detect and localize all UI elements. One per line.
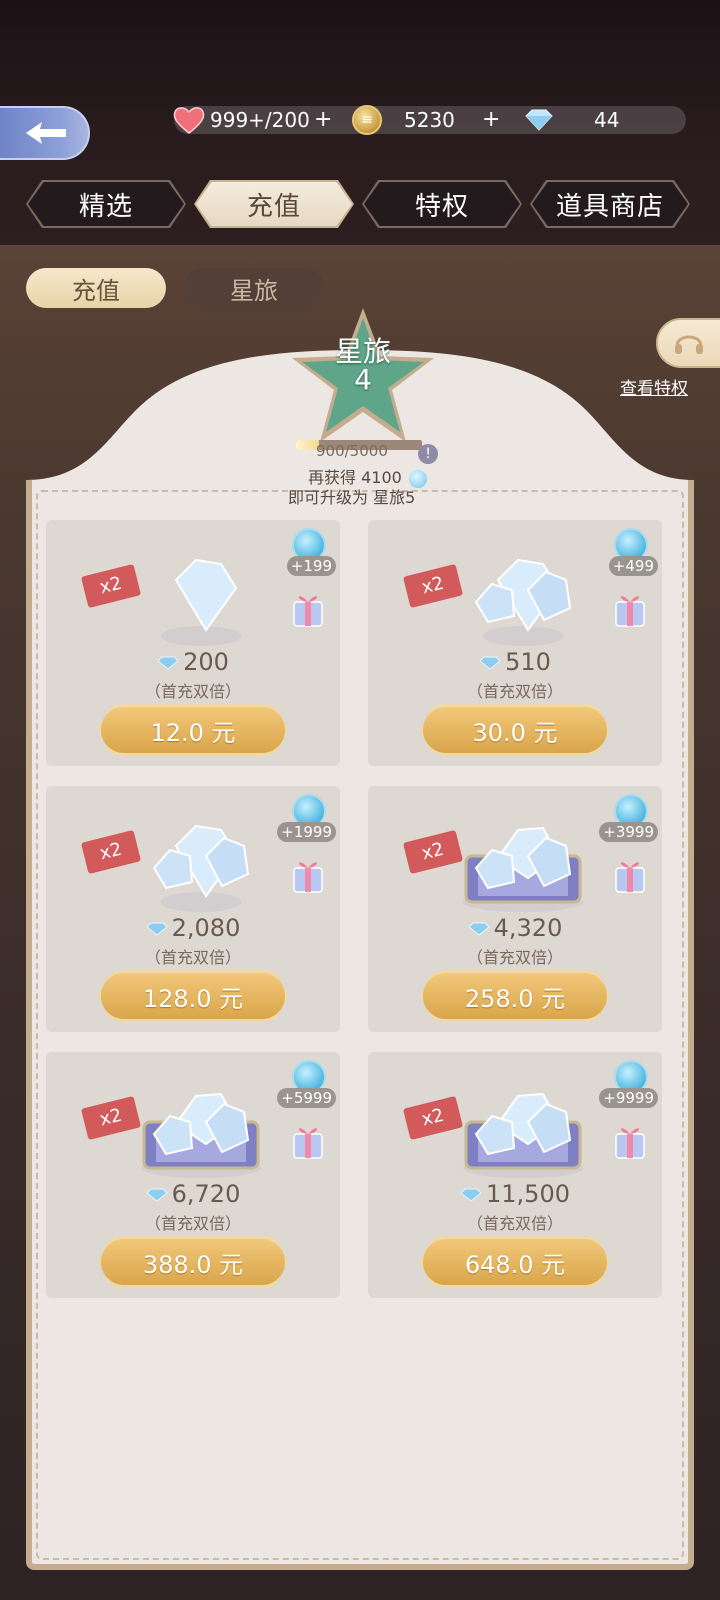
buy-price-button[interactable]: 388.0 元 xyxy=(98,1236,288,1288)
single-diamond-icon xyxy=(161,558,241,646)
diamond-amount: 2,080 xyxy=(46,914,340,942)
recharge-pack-card[interactable]: x2 +3999 4,320 （首充双倍） 258.0 元 xyxy=(368,786,662,1032)
first-recharge-double-note: （首充双倍） xyxy=(466,948,563,967)
gift-box-icon xyxy=(615,1128,645,1159)
level-progress-text: 900/5000 xyxy=(316,442,388,460)
first-recharge-double-note: （首充双倍） xyxy=(466,1214,563,1233)
recharge-pack-card[interactable]: x2 +199 200 （首充双倍） 12.0 元 xyxy=(46,520,340,766)
tab-featured-label: 精选 xyxy=(78,191,133,222)
diamond-amount-value: 6,720 xyxy=(171,1180,241,1208)
stamina-value: 999+/200 xyxy=(210,108,310,132)
back-arrow-icon xyxy=(26,122,66,144)
bonus-points-label: +1999 xyxy=(277,822,336,842)
diamond-icon xyxy=(467,922,490,936)
first-recharge-double-note: （首充双倍） xyxy=(144,682,241,701)
three-diamonds-icon xyxy=(474,558,572,646)
first-recharge-double-note: （首充双倍） xyxy=(466,682,563,701)
bonus-points-label: +5999 xyxy=(277,1088,336,1108)
tab-item-shop[interactable]: 道具商店 xyxy=(530,180,690,228)
double-bonus-badge: x2 xyxy=(80,829,142,875)
diamond-chest-best-icon xyxy=(463,1092,583,1178)
heart-icon xyxy=(173,107,205,134)
subtab-star-journey[interactable]: 星旅 xyxy=(184,268,324,308)
diamond-value: 44 xyxy=(594,108,620,132)
bonus-points-label: +3999 xyxy=(599,822,658,842)
gift-box-icon xyxy=(293,1128,323,1159)
recharge-pack-card[interactable]: x2 +499 510 （首充双倍） 30.0 元 xyxy=(368,520,662,766)
stamina-counter: 999+/200 xyxy=(173,106,310,134)
double-bonus-badge: x2 xyxy=(402,563,464,609)
diamond-icon xyxy=(157,656,179,670)
diamond-amount-value: 4,320 xyxy=(493,914,563,942)
diamond-icon xyxy=(145,922,168,936)
stamina-plus-button[interactable]: + xyxy=(314,106,332,134)
diamond-icon xyxy=(525,109,553,131)
recharge-pack-card[interactable]: x2 +1999 2,080 （首充双倍） 128.0 元 xyxy=(46,786,340,1032)
double-bonus-badge: x2 xyxy=(402,829,464,875)
buy-price-button[interactable]: 648.0 元 xyxy=(420,1236,610,1288)
diamond-amount-value: 11,500 xyxy=(486,1180,570,1208)
tab-privilege-label: 特权 xyxy=(414,191,469,222)
diamond-icon xyxy=(479,656,501,670)
double-bonus-badge: x2 xyxy=(80,563,142,609)
diamond-amount-value: 510 xyxy=(505,648,551,676)
gift-box-icon xyxy=(293,596,323,627)
view-perks-link[interactable]: 查看特权 xyxy=(620,374,688,399)
diamond-amount: 6,720 xyxy=(46,1180,340,1208)
buy-price-button[interactable]: 30.0 元 xyxy=(420,704,610,756)
diamond-amount: 510 xyxy=(368,648,662,676)
headset-icon xyxy=(675,335,703,354)
gift-box-icon xyxy=(293,862,323,893)
buy-price-button[interactable]: 128.0 元 xyxy=(98,970,288,1022)
diamond-amount: 11,500 xyxy=(368,1180,662,1208)
gift-box-icon xyxy=(615,596,645,627)
resource-bar: 999+/200 + ≡ 5230 + 44 xyxy=(173,105,686,135)
tab-featured[interactable]: 精选 xyxy=(26,180,186,228)
diamond-icon xyxy=(145,1188,168,1202)
bonus-points-label: +9999 xyxy=(599,1088,658,1108)
coin-icon: ≡ xyxy=(352,105,382,135)
tab-recharge-label: 充值 xyxy=(246,191,301,222)
coin-value: 5230 xyxy=(404,108,455,132)
coin-plus-button[interactable]: + xyxy=(482,106,500,134)
main-tabs: 精选 充值 特权 道具商店 xyxy=(26,180,698,228)
gift-box-icon xyxy=(615,862,645,893)
diamond-amount: 200 xyxy=(46,648,340,676)
tab-privilege[interactable]: 特权 xyxy=(362,180,522,228)
star-level-number: 4 xyxy=(354,363,372,396)
recharge-pack-card[interactable]: x2 +5999 6,720 （首充双倍） 388.0 元 xyxy=(46,1052,340,1298)
first-recharge-double-note: （首充双倍） xyxy=(144,1214,241,1233)
coin-counter: ≡ 5230 xyxy=(352,105,455,135)
first-recharge-double-note: （首充双倍） xyxy=(144,948,241,967)
star-level-title: 星旅 xyxy=(334,335,391,368)
upgrade-target: 即可升级为 星旅5 xyxy=(288,488,416,507)
info-icon[interactable]: ! xyxy=(418,444,438,464)
back-button[interactable] xyxy=(0,106,90,160)
diamond-counter: 44 xyxy=(524,106,619,134)
tab-item-shop-label: 道具商店 xyxy=(555,191,664,222)
buy-price-button[interactable]: 12.0 元 xyxy=(98,704,288,756)
diamond-icon xyxy=(460,1188,482,1202)
diamond-chest-icon xyxy=(463,826,583,912)
bonus-points-label: +499 xyxy=(608,556,658,576)
star-level-label: 星旅 4 xyxy=(288,338,438,394)
buy-price-button[interactable]: 258.0 元 xyxy=(420,970,610,1022)
recharge-pack-card[interactable]: x2 +9999 11,500 （首充双倍） 648.0 元 xyxy=(368,1052,662,1298)
diamond-chest-large-icon xyxy=(141,1092,261,1178)
double-bonus-badge: x2 xyxy=(402,1095,464,1141)
double-bonus-badge: x2 xyxy=(80,1095,142,1141)
tab-recharge[interactable]: 充值 xyxy=(194,180,354,228)
diamond-pile-icon xyxy=(152,824,250,912)
subtab-recharge[interactable]: 充值 xyxy=(26,268,166,308)
bonus-points-label: +199 xyxy=(286,556,336,576)
diamond-amount: 4,320 xyxy=(368,914,662,942)
perks-button[interactable] xyxy=(656,318,720,368)
diamond-amount-value: 200 xyxy=(183,648,229,676)
diamond-amount-value: 2,080 xyxy=(171,914,241,942)
